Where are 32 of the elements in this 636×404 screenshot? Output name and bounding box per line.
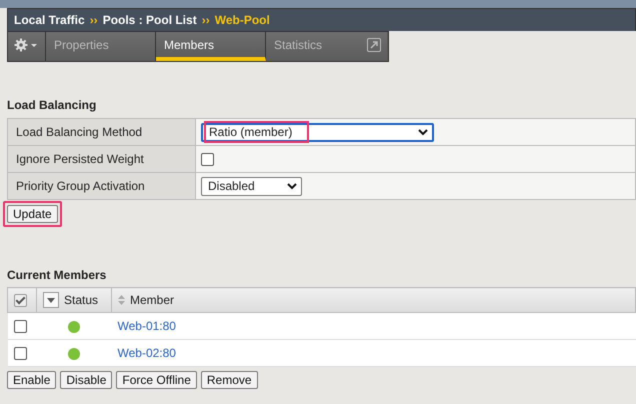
dropdown[interactable]: Disabled	[201, 176, 302, 196]
update-button[interactable]: Update	[7, 205, 58, 223]
column-menu-button[interactable]	[43, 292, 59, 308]
breadcrumb-separator: ››	[90, 13, 98, 27]
chevron-down-icon	[418, 128, 428, 136]
settings-menu-button[interactable]	[8, 32, 46, 61]
column-header[interactable]: Member	[130, 293, 174, 308]
property-label: Priority Group Activation	[8, 172, 196, 200]
section-title: Load Balancing	[7, 98, 98, 112]
row-checkbox[interactable]	[14, 347, 26, 360]
breadcrumb-current: Web-Pool	[214, 13, 270, 27]
gear-icon	[14, 38, 38, 52]
action-button[interactable]: Enable	[7, 371, 56, 389]
breadcrumb-item[interactable]: Local Traffic	[14, 13, 85, 27]
member-link[interactable]: Web-01:80	[118, 319, 176, 333]
checkbox[interactable]	[201, 153, 214, 166]
chevron-down-icon	[287, 182, 297, 190]
select-all-checkbox[interactable]	[14, 294, 27, 308]
breadcrumb-separator: ››	[202, 13, 210, 27]
action-button[interactable]: Force Offline	[116, 371, 197, 389]
caret-icon	[47, 298, 55, 302]
property-label: Ignore Persisted Weight	[8, 146, 196, 172]
action-button[interactable]: Disable	[60, 371, 112, 389]
section-title: Current Members	[7, 268, 108, 282]
breadcrumb-item[interactable]: Pools : Pool List	[102, 13, 197, 27]
dropdown[interactable]: Ratio (member)	[201, 122, 434, 142]
member-link[interactable]: Web-02:80	[118, 346, 176, 360]
property-label: Load Balancing Method	[8, 118, 196, 146]
action-button[interactable]: Remove	[200, 371, 258, 389]
external-link-icon	[367, 38, 381, 52]
tab[interactable]: Members	[156, 32, 266, 61]
row-checkbox[interactable]	[14, 320, 26, 334]
